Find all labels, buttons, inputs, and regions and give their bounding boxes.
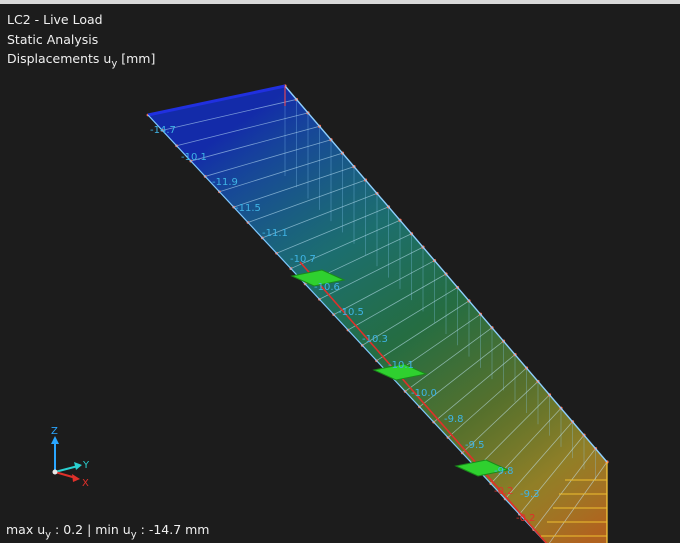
value-label: -11.9 — [212, 177, 238, 188]
coordinate-axes-icon: Z Y X — [51, 426, 90, 489]
displacement-diagram — [147, 85, 608, 543]
value-label: -10.1 — [181, 152, 207, 163]
value-label: -10.1 — [388, 360, 414, 371]
value-label: -9.3 — [520, 489, 540, 500]
value-label: -10.0 — [411, 388, 437, 399]
value-label: -9.5 — [465, 440, 485, 451]
axis-z-label: Z — [51, 426, 58, 437]
axis-y-label: Y — [82, 460, 90, 471]
value-label: -0.2 — [494, 486, 514, 497]
3d-viewport[interactable]: LC2 - Live Load Static Analysis Displace… — [0, 0, 680, 543]
extreme-values-status: max uy : 0.2 | min uy : -14.7 mm — [6, 521, 210, 541]
value-label: -9.8 — [494, 466, 514, 477]
value-label: -9.8 — [444, 414, 464, 425]
axis-x-label: X — [82, 478, 89, 489]
value-label: -10.5 — [338, 307, 364, 318]
value-label: -10.3 — [362, 334, 388, 345]
value-label: -11.5 — [235, 203, 261, 214]
value-label: -11.1 — [262, 228, 288, 239]
beam-model-view[interactable]: -14.7 -10.1 -11.9 -11.5 -11.1 -10.7 -10.6 -10.5… — [0, 0, 680, 543]
value-label: -14.7 — [150, 125, 176, 136]
value-label: -10.7 — [290, 254, 316, 265]
value-label: -10.6 — [314, 282, 340, 293]
value-label: -0.2 — [516, 513, 536, 524]
